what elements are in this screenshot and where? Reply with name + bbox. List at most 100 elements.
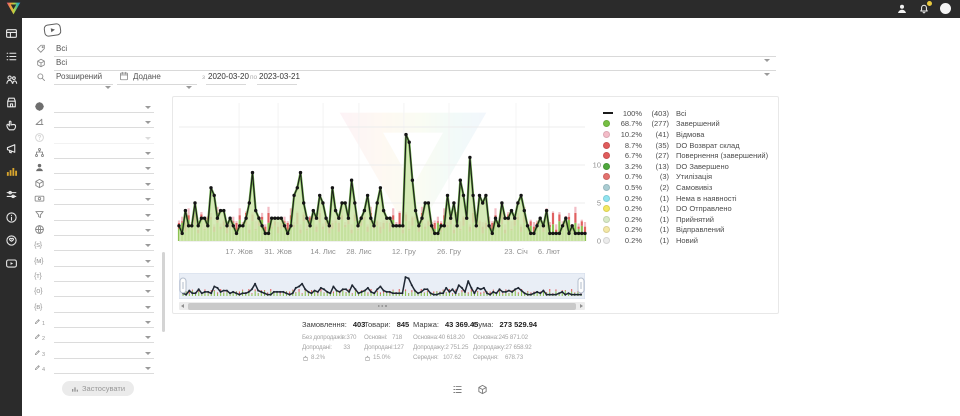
sidebar-item-sales[interactable] bbox=[5, 119, 18, 132]
chart-legend: 100%(403)Всі68.7%(277)Завершений10.2%(41… bbox=[603, 108, 775, 246]
brace-v-icon: {в} bbox=[34, 301, 45, 312]
sidebar-item-announcements[interactable] bbox=[5, 142, 18, 155]
legend-item[interactable]: 10.2%(41)Відмова bbox=[603, 129, 775, 140]
date-from-underline bbox=[206, 84, 246, 85]
filter-select-brace-m[interactable] bbox=[54, 254, 154, 267]
filter-select-person[interactable] bbox=[54, 161, 154, 174]
filter-select-money[interactable] bbox=[54, 192, 154, 205]
legend-percent: 0.2% bbox=[616, 236, 642, 245]
product-filter-select[interactable]: Всі bbox=[56, 58, 67, 67]
filter-select-trend[interactable] bbox=[54, 115, 154, 128]
legend-item[interactable]: 0.7%(3)Утилізація bbox=[603, 172, 775, 183]
legend-item[interactable]: 100%(403)Всі bbox=[603, 108, 775, 119]
filter-row-globe-filled bbox=[22, 100, 162, 114]
legend-item[interactable]: 0.5%(2)Самовивіз bbox=[603, 182, 775, 193]
legend-count: (3) bbox=[642, 172, 669, 181]
legend-label: Відправлений bbox=[676, 225, 724, 234]
sidebar-item-settings[interactable] bbox=[5, 188, 18, 201]
filter-select-brace-o[interactable] bbox=[54, 284, 154, 297]
filter-select-custom-field-2[interactable] bbox=[54, 330, 154, 343]
search-mode-select[interactable]: Розширений bbox=[56, 72, 102, 81]
legend-percent: 0.2% bbox=[616, 204, 642, 213]
notifications-bell-icon[interactable] bbox=[918, 3, 930, 15]
chevron-down-icon[interactable] bbox=[105, 76, 111, 94]
filter-row-custom-field-3: 3 bbox=[22, 346, 162, 360]
legend-label: DO Отправлено bbox=[676, 204, 732, 213]
date-field-underline bbox=[117, 84, 197, 85]
legend-item[interactable]: 68.7%(277)Завершений bbox=[603, 119, 775, 130]
stat-subrow: Основна:245 871.02 bbox=[473, 333, 523, 343]
legend-item[interactable]: 6.7%(27)Повернення (завершений) bbox=[603, 150, 775, 161]
legend-item[interactable]: 8.7%(35)DO Возврат склад bbox=[603, 140, 775, 151]
filter-select-custom-field-1[interactable] bbox=[54, 315, 154, 328]
stat-subrow: Допродані:127 bbox=[364, 343, 402, 353]
legend-item[interactable]: 0.2%(1)Прийнятий bbox=[603, 214, 775, 225]
legend-item[interactable]: 0.2%(1)DO Отправлено bbox=[603, 203, 775, 214]
apply-button[interactable]: Застосувати bbox=[62, 381, 134, 396]
legend-percent: 100% bbox=[616, 109, 642, 118]
sidebar-item-users[interactable] bbox=[5, 73, 18, 86]
filter-select-brace-t[interactable] bbox=[54, 269, 154, 282]
legend-percent: 68.7% bbox=[616, 119, 642, 128]
filter-select-globe-filled[interactable] bbox=[54, 100, 154, 113]
filter-select-custom-field-3[interactable] bbox=[54, 346, 154, 359]
calendar-icon[interactable] bbox=[119, 71, 129, 81]
scroll-right-arrow-icon[interactable] bbox=[580, 304, 583, 308]
sidebar-item-orders[interactable] bbox=[5, 50, 18, 63]
legend-count: (403) bbox=[642, 109, 669, 118]
money-icon bbox=[34, 193, 45, 204]
filter-select-help[interactable] bbox=[54, 131, 154, 144]
navigator-handle-right[interactable] bbox=[578, 278, 584, 293]
filter-select-custom-field-4[interactable] bbox=[54, 361, 154, 374]
filter-select-brace-s[interactable] bbox=[54, 238, 154, 251]
date-field-select[interactable]: Додане bbox=[133, 72, 161, 81]
legend-dot-swatch bbox=[603, 195, 616, 202]
legend-item[interactable]: 0.2%(1)Відправлений bbox=[603, 225, 775, 236]
filter-select-globe[interactable] bbox=[54, 223, 154, 236]
filter-select-funnel[interactable] bbox=[54, 208, 154, 221]
svg-text:31. Жов: 31. Жов bbox=[264, 247, 292, 256]
chevron-down-icon[interactable] bbox=[186, 76, 192, 94]
sidebar-item-info[interactable] bbox=[5, 211, 18, 224]
notification-badge bbox=[926, 0, 933, 7]
sidebar-item-analytics[interactable] bbox=[5, 165, 18, 178]
svg-text:0: 0 bbox=[597, 237, 601, 246]
legend-item[interactable]: 0.2%(1)Новий bbox=[603, 235, 775, 246]
list-icon[interactable] bbox=[452, 384, 463, 395]
legend-count: (1) bbox=[642, 225, 669, 234]
sidebar-scrollbar[interactable] bbox=[162, 252, 165, 332]
avatar[interactable] bbox=[940, 3, 952, 15]
video-tutorial-icon[interactable] bbox=[43, 23, 62, 37]
legend-item[interactable]: 3.2%(13)DO Завершено bbox=[603, 161, 775, 172]
chart-panel: 17. Жов31. Жов14. Лис28. Лис12. Гру26. Г… bbox=[172, 96, 779, 314]
filter-select-package[interactable] bbox=[54, 177, 154, 190]
product-filter-underline bbox=[54, 70, 776, 71]
legend-item[interactable]: 0.2%(1)Нема в наявності bbox=[603, 193, 775, 204]
scrollbar-thumb[interactable] bbox=[188, 303, 576, 310]
sidebar-item-store[interactable] bbox=[5, 96, 18, 109]
search-icon[interactable] bbox=[36, 72, 46, 82]
scroll-left-arrow-icon[interactable] bbox=[181, 304, 184, 308]
status-filter-select[interactable]: Всі bbox=[56, 44, 67, 53]
legend-percent: 0.7% bbox=[616, 172, 642, 181]
chart-scrollbar[interactable] bbox=[179, 302, 585, 310]
legend-count: (35) bbox=[642, 141, 669, 150]
sidebar-item-video[interactable] bbox=[5, 257, 18, 270]
video-icon bbox=[5, 257, 18, 270]
date-to-input[interactable]: 2023-03-21 bbox=[259, 72, 300, 81]
date-from-input[interactable]: 2020-03-20 bbox=[208, 72, 249, 81]
app-logo-icon[interactable] bbox=[6, 2, 21, 15]
sidebar-item-dashboard[interactable] bbox=[5, 27, 18, 40]
navigator-handle-left[interactable] bbox=[180, 278, 186, 293]
chevron-down-icon[interactable] bbox=[764, 63, 770, 81]
filter-select-brace-v[interactable] bbox=[54, 300, 154, 313]
user-icon[interactable] bbox=[896, 3, 908, 15]
package-icon[interactable] bbox=[477, 384, 488, 395]
legend-dot-swatch bbox=[603, 226, 616, 233]
filter-row-custom-field-1: 1 bbox=[22, 315, 162, 329]
filter-row-brace-m: {м} bbox=[22, 254, 162, 268]
chart-navigator[interactable] bbox=[179, 273, 585, 299]
filter-row-brace-t: {т} bbox=[22, 269, 162, 283]
sidebar-item-support[interactable] bbox=[5, 234, 18, 247]
filter-select-hierarchy[interactable] bbox=[54, 146, 154, 159]
